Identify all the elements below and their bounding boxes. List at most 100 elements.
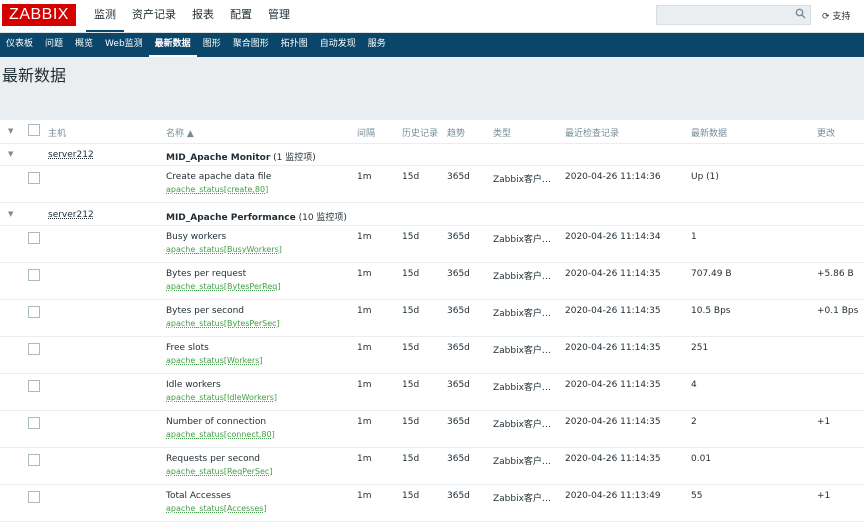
column-name[interactable]: 名称 ▲: [166, 126, 194, 139]
item-history: 15d: [402, 269, 420, 279]
zabbix-logo[interactable]: ZABBIX: [2, 4, 76, 26]
item-change: +1: [817, 491, 831, 501]
item-interval: 1m: [357, 172, 372, 182]
item-checkbox[interactable]: [28, 232, 40, 244]
item-type: Zabbix客户…: [493, 494, 551, 504]
item-key[interactable]: apache_status[IdleWorkers]: [166, 393, 277, 402]
item-key[interactable]: apache_status[ReqPerSec]: [166, 467, 272, 476]
item-row: Busy workers apache_status[BusyWorkers] …: [0, 226, 864, 263]
item-last-check: 2020-04-26 11:14:34: [565, 232, 661, 242]
item-key[interactable]: apache_status[BytesPerSec]: [166, 319, 280, 328]
host-name[interactable]: server212: [48, 210, 94, 220]
submenu-graphs[interactable]: 图形: [197, 33, 227, 57]
item-row: Idle workers apache_status[IdleWorkers] …: [0, 374, 864, 411]
column-host[interactable]: 主机: [48, 126, 66, 139]
item-row: Free slots apache_status[Workers] 1m 15d…: [0, 337, 864, 374]
item-trends: 365d: [447, 306, 470, 316]
submenu-screens[interactable]: 聚合图形: [227, 33, 275, 57]
item-last-check: 2020-04-26 11:14:35: [565, 269, 661, 279]
item-last-value: 251: [691, 343, 709, 353]
submenu-maps[interactable]: 拓扑图: [275, 33, 314, 57]
item-checkbox[interactable]: [28, 380, 40, 392]
menu-inventory[interactable]: 资产记录: [124, 0, 184, 32]
item-history: 15d: [402, 454, 420, 464]
item-key[interactable]: apache_status[Workers]: [166, 356, 262, 365]
menu-reports[interactable]: 报表: [184, 0, 222, 32]
item-row: Total Accesses apache_status[Accesses] 1…: [0, 485, 864, 522]
item-trends: 365d: [447, 232, 470, 242]
item-last-check: 2020-04-26 11:13:49: [565, 491, 661, 501]
search-input[interactable]: [656, 5, 811, 25]
item-last-check: 2020-04-26 11:14:35: [565, 454, 661, 464]
item-checkbox[interactable]: [28, 172, 40, 184]
search-icon[interactable]: [795, 8, 807, 20]
support-label: 支持: [832, 12, 851, 22]
application-name: MID_Apache Performance (10 监控项): [166, 210, 347, 223]
menu-monitoring[interactable]: 监测: [86, 0, 124, 32]
page-title: 最新数据: [2, 66, 67, 85]
application-count: (10 监控项): [298, 213, 347, 223]
submenu-latest-data[interactable]: 最新数据: [148, 33, 197, 57]
item-last-check: 2020-04-26 11:14:35: [565, 417, 661, 427]
item-type: Zabbix客户…: [493, 346, 551, 356]
item-checkbox[interactable]: [28, 306, 40, 318]
item-key[interactable]: apache_status[connect,80]: [166, 430, 275, 439]
collapse-group-icon[interactable]: ▼: [8, 210, 13, 218]
item-trends: 365d: [447, 343, 470, 353]
submenu-web[interactable]: Web监测: [99, 33, 149, 57]
item-last-check: 2020-04-26 11:14:35: [565, 343, 661, 353]
item-checkbox[interactable]: [28, 491, 40, 503]
submenu-problems[interactable]: 问题: [39, 33, 69, 57]
item-checkbox[interactable]: [28, 454, 40, 466]
application-label: MID_Apache Monitor: [166, 153, 271, 163]
item-last-value: 10.5 Bps: [691, 306, 731, 316]
item-type: Zabbix客户…: [493, 309, 551, 319]
group-row: ▼ server212 MID_Apache Performance (10 监…: [0, 203, 864, 226]
item-key[interactable]: apache_status[create,80]: [166, 185, 268, 194]
item-last-value: 1: [691, 232, 697, 242]
menu-configuration[interactable]: 配置: [222, 0, 260, 32]
latest-data-table: ▼ 主机 名称 ▲ 间隔 历史记录 趋势 类型 最近检查记录 最新数据 更改 ▼…: [0, 120, 864, 524]
column-interval: 间隔: [357, 129, 376, 139]
item-history: 15d: [402, 417, 420, 427]
item-row: Number of connection apache_status[conne…: [0, 411, 864, 448]
item-type: Zabbix客户…: [493, 420, 551, 430]
item-trends: 365d: [447, 380, 470, 390]
item-history: 15d: [402, 306, 420, 316]
item-name: Requests per second: [166, 454, 261, 464]
item-key[interactable]: apache_status[BusyWorkers]: [166, 245, 282, 254]
support-link[interactable]: ⟳ 支持: [822, 9, 850, 22]
item-type: Zabbix客户…: [493, 272, 551, 282]
submenu-overview[interactable]: 概览: [69, 33, 99, 57]
item-checkbox[interactable]: [28, 417, 40, 429]
item-name: Idle workers: [166, 380, 221, 390]
item-interval: 1m: [357, 306, 372, 316]
item-change: +5.86 B: [817, 269, 854, 279]
item-key[interactable]: apache_status[Accesses]: [166, 504, 267, 513]
item-name: Number of connection: [166, 417, 267, 427]
collapse-group-icon[interactable]: ▼: [8, 150, 13, 158]
column-type: 类型: [493, 129, 512, 139]
item-name: Create apache data file: [166, 172, 272, 182]
submenu-discovery[interactable]: 自动发现: [314, 33, 362, 57]
item-last-check: 2020-04-26 11:14:35: [565, 306, 661, 316]
item-checkbox[interactable]: [28, 269, 40, 281]
item-history: 15d: [402, 172, 420, 182]
item-history: 15d: [402, 232, 420, 242]
item-key[interactable]: apache_status[BytesPerReq]: [166, 282, 281, 291]
menu-administration[interactable]: 管理: [260, 0, 298, 32]
submenu-dashboard[interactable]: 仪表板: [0, 33, 39, 57]
submenu-services[interactable]: 服务: [362, 33, 392, 57]
item-name: Free slots: [166, 343, 209, 353]
item-name: Bytes per second: [166, 306, 245, 316]
item-checkbox[interactable]: [28, 343, 40, 355]
column-last-check[interactable]: 最近检查记录: [565, 126, 619, 139]
item-name: Bytes per request: [166, 269, 247, 279]
group-row: ▼ server212 MID_Apache Monitor (1 监控项): [0, 144, 864, 166]
item-name: Busy workers: [166, 232, 227, 242]
select-all-checkbox[interactable]: [28, 124, 40, 136]
item-row: Bytes per second apache_status[BytesPerS…: [0, 300, 864, 337]
collapse-all-icon[interactable]: ▼: [8, 127, 13, 135]
item-last-value: 2: [691, 417, 697, 427]
host-name[interactable]: server212: [48, 150, 94, 160]
